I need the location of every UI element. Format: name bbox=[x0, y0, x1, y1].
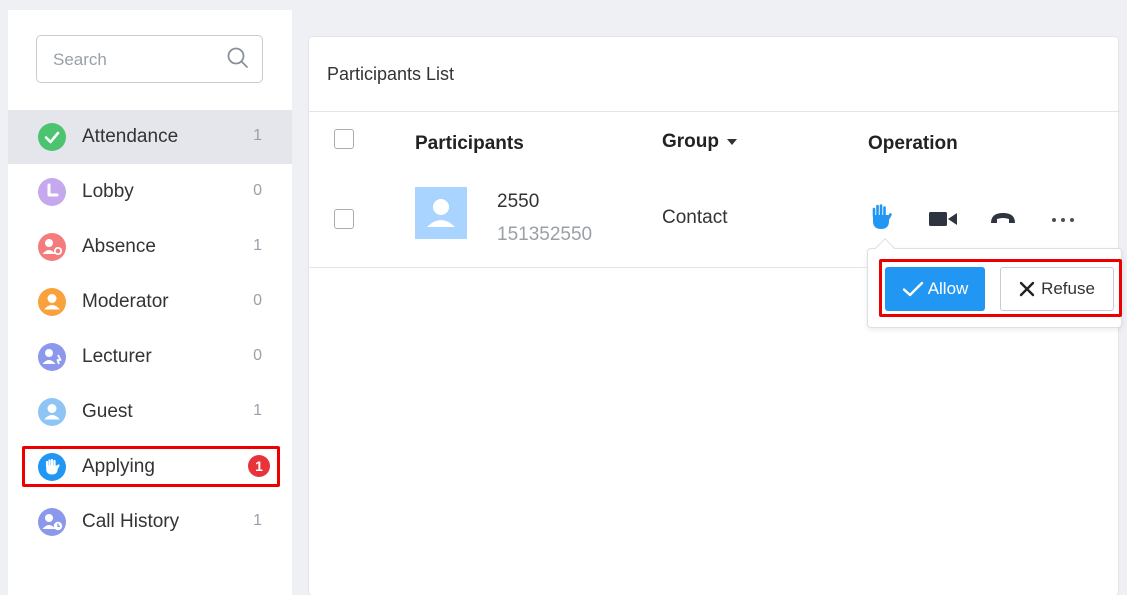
hang-up-icon[interactable] bbox=[989, 211, 1017, 225]
search-input[interactable]: Search bbox=[36, 35, 263, 83]
sidebar-item-label: Guest bbox=[82, 401, 133, 422]
sidebar-item-count: 0 bbox=[253, 182, 262, 199]
sidebar-item-absence[interactable]: Absence 1 bbox=[8, 220, 292, 274]
sidebar-item-guest[interactable]: Guest 1 bbox=[8, 385, 292, 439]
user-absent-icon bbox=[38, 233, 66, 261]
panel-title: Participants List bbox=[327, 64, 455, 84]
column-header-group[interactable]: Group bbox=[662, 131, 737, 153]
sidebar-item-moderator[interactable]: Moderator 0 bbox=[8, 275, 292, 329]
sidebar-item-count: 0 bbox=[253, 292, 262, 309]
search-icon[interactable] bbox=[226, 46, 250, 70]
caret-down-icon bbox=[727, 138, 737, 145]
participant-group: Contact bbox=[662, 207, 728, 228]
sidebar-item-label: Lobby bbox=[82, 181, 134, 202]
user-history-icon bbox=[38, 508, 66, 536]
more-icon[interactable] bbox=[1051, 217, 1075, 223]
sidebar-item-attendance[interactable]: Attendance 1 bbox=[8, 110, 292, 164]
sidebar-item-count: 1 bbox=[253, 512, 262, 529]
select-all-checkbox[interactable] bbox=[334, 129, 354, 149]
sidebar-item-call-history[interactable]: Call History 1 bbox=[8, 495, 292, 549]
sidebar-item-count: 1 bbox=[253, 127, 262, 144]
participant-number: 151352550 bbox=[497, 224, 593, 245]
sidebar-item-lecturer[interactable]: Lecturer 0 bbox=[8, 330, 292, 384]
user-icon bbox=[38, 288, 66, 316]
sidebar-item-label: Call History bbox=[82, 511, 180, 532]
highlight-box-popover bbox=[879, 259, 1122, 317]
participant-name: 2550 bbox=[497, 191, 540, 212]
column-header-group-label: Group bbox=[662, 131, 719, 152]
sidebar-item-count: 1 bbox=[253, 237, 262, 254]
sidebar-item-label: Moderator bbox=[82, 291, 169, 312]
highlight-box-applying bbox=[22, 446, 280, 487]
column-header-participants: Participants bbox=[415, 133, 524, 154]
video-camera-icon[interactable] bbox=[929, 211, 957, 227]
sidebar-item-label: Attendance bbox=[82, 126, 179, 147]
user-lecturer-icon bbox=[38, 343, 66, 371]
sidebar-item-lobby[interactable]: Lobby 0 bbox=[8, 165, 292, 219]
clock-icon bbox=[38, 178, 66, 206]
sidebar-item-label: Lecturer bbox=[82, 346, 152, 367]
hand-icon[interactable] bbox=[869, 203, 893, 231]
sidebar-item-count: 0 bbox=[253, 347, 262, 364]
user-icon bbox=[38, 398, 66, 426]
avatar bbox=[415, 187, 467, 239]
column-header-operation: Operation bbox=[868, 133, 958, 154]
sidebar-item-count: 1 bbox=[253, 402, 262, 419]
row-checkbox[interactable] bbox=[334, 209, 354, 229]
check-circle-icon bbox=[38, 123, 66, 151]
sidebar: Search Attendance 1 Lobby 0 Absence 1 Mo… bbox=[8, 10, 292, 595]
divider bbox=[309, 111, 1120, 112]
search-placeholder: Search bbox=[53, 50, 107, 69]
sidebar-item-label: Absence bbox=[82, 236, 156, 257]
